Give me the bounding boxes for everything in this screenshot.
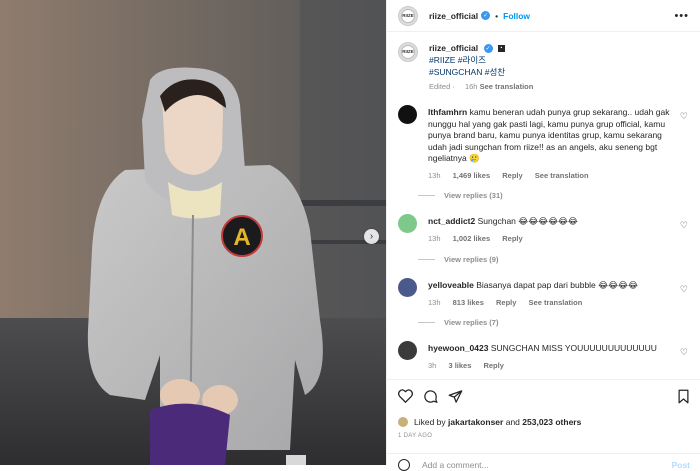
chevron-right-icon: › — [369, 230, 374, 242]
like-comment-heart-icon[interactable]: ♡ — [680, 347, 688, 358]
more-options-icon[interactable]: ••• — [674, 10, 689, 22]
tag-box-icon: ▪ — [497, 45, 505, 53]
comment-time: 13h — [428, 297, 441, 307]
verified-badge-icon: ✓ — [481, 11, 491, 20]
caption-hashtags-2[interactable]: #SUNGCHAN #성찬 — [429, 66, 533, 78]
commenter-avatar[interactable] — [398, 341, 417, 360]
view-replies-button[interactable]: View replies (9) — [418, 255, 498, 264]
like-heart-icon[interactable] — [398, 389, 413, 403]
comment-time: 3h — [428, 360, 437, 370]
view-replies-button[interactable]: View replies (31) — [418, 191, 503, 200]
commenter-avatar[interactable] — [398, 278, 417, 297]
comment-bubble-icon[interactable] — [423, 389, 438, 404]
see-translation-link[interactable]: See translation — [529, 298, 583, 307]
comment-text: Sungchan 😂😂😂😂😂😂 — [477, 216, 578, 226]
reply-button[interactable]: Reply — [496, 298, 516, 307]
post-actions: Liked by jakartakonser and 253,023 other… — [387, 379, 700, 471]
patch-letter: A — [233, 224, 250, 251]
comment-username[interactable]: lthfamhrn — [428, 107, 467, 117]
see-translation-link[interactable]: See translation — [535, 171, 589, 180]
comment-text: Biasanya dapat pap dari bubble 😂😂😂😂 — [476, 280, 638, 290]
commenter-avatar[interactable] — [398, 105, 417, 124]
post-photo[interactable]: A › — [0, 0, 386, 465]
follow-button[interactable]: Follow — [503, 11, 530, 21]
likes-summary: Liked by jakartakonser and 253,023 other… — [398, 417, 581, 427]
commenter-avatar[interactable] — [398, 214, 417, 233]
caption-edited: Edited · 16h — [429, 82, 478, 91]
comment-username[interactable]: hyewoon_0423 — [428, 343, 488, 353]
post-header: RIIZE riize_official ✓ • Follow ••• — [387, 0, 700, 32]
reply-button[interactable]: Reply — [502, 171, 522, 180]
next-photo-button[interactable]: › — [364, 229, 379, 244]
caption-avatar[interactable]: RIIZE — [398, 42, 418, 62]
see-translation-link[interactable]: See translation — [480, 82, 534, 91]
others-likes-link[interactable]: 253,023 others — [522, 417, 581, 427]
comment-likes[interactable]: 1,002 likes — [453, 234, 491, 243]
author-username[interactable]: riize_official — [429, 11, 478, 21]
caption-hashtags-1[interactable]: #RIIZE #라이즈 — [429, 54, 533, 66]
caption-username[interactable]: riize_official — [429, 43, 478, 53]
comment-likes[interactable]: 3 likes — [448, 361, 471, 370]
comment-time: 13h — [428, 170, 441, 180]
like-comment-heart-icon[interactable]: ♡ — [680, 111, 688, 122]
instagram-post-modal: A › RIIZE riize_official ✓ • Follow ••• — [0, 0, 700, 471]
reply-button[interactable]: Reply — [483, 361, 503, 370]
post-caption: RIIZE riize_official ✓ ▪ #RIIZE #라이즈 #SU… — [398, 42, 688, 93]
post-date: 1 DAY AGO — [398, 433, 433, 439]
post-side-panel: RIIZE riize_official ✓ • Follow ••• RIIZ… — [386, 0, 700, 471]
save-bookmark-icon[interactable] — [677, 389, 690, 404]
add-comment-input[interactable]: Add a comment... — [422, 460, 489, 470]
reply-button[interactable]: Reply — [502, 234, 522, 243]
comment-likes[interactable]: 813 likes — [453, 298, 484, 307]
like-comment-heart-icon[interactable]: ♡ — [680, 284, 688, 295]
photo-illustration: A — [0, 0, 386, 465]
post-comment-button[interactable]: Post — [672, 460, 690, 470]
comment-username[interactable]: yelloveable — [428, 280, 474, 290]
verified-badge-icon: ✓ — [483, 44, 493, 54]
comment-likes[interactable]: 1,469 likes — [453, 171, 491, 180]
comment-time: 13h — [428, 233, 441, 243]
author-avatar[interactable]: RIIZE — [398, 5, 418, 26]
view-replies-button[interactable]: View replies (7) — [418, 318, 498, 327]
comment-username[interactable]: nct_addict2 — [428, 216, 475, 226]
separator-dot: • — [495, 10, 499, 21]
liker-username[interactable]: jakartakonser — [448, 417, 503, 427]
emoji-icon[interactable] — [398, 459, 410, 471]
share-send-icon[interactable] — [448, 389, 463, 404]
comment-text: SUNGCHAN MISS YOUUUUUUUUUUUUU — [490, 343, 657, 353]
liker-avatar[interactable] — [398, 417, 408, 427]
like-comment-heart-icon[interactable]: ♡ — [680, 220, 688, 231]
